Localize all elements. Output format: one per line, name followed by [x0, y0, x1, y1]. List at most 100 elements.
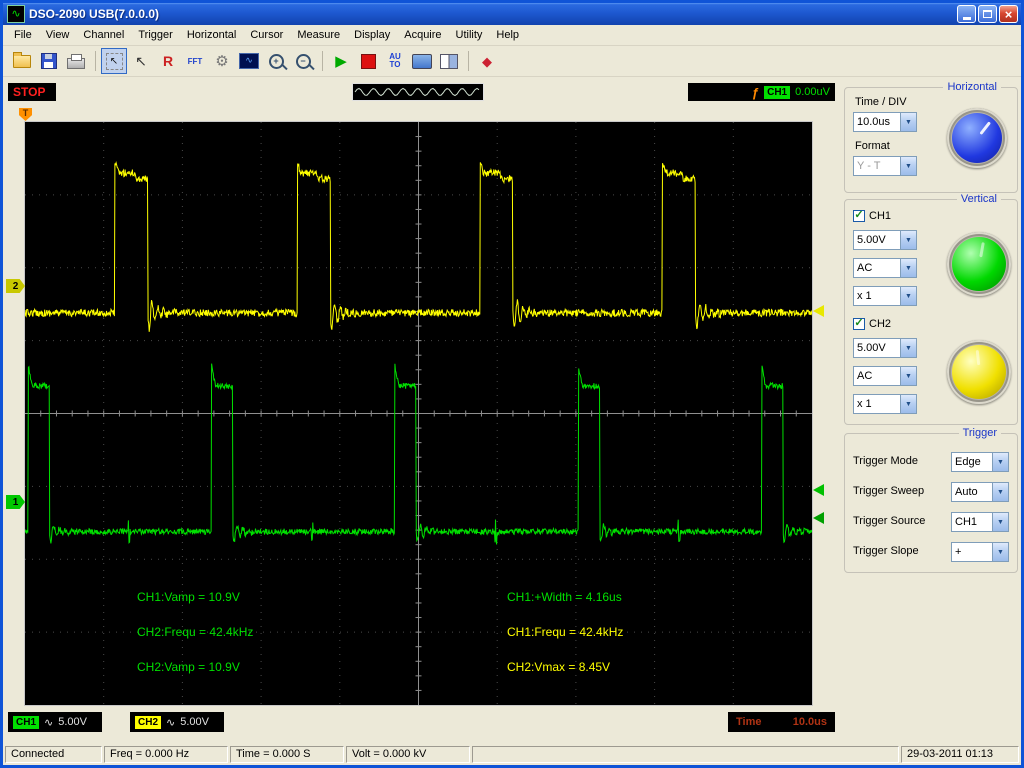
trigger-source-select[interactable]: CH1 ▼: [951, 512, 1009, 532]
toolbar-separator: [468, 51, 469, 71]
menu-acquire[interactable]: Acquire: [397, 27, 448, 43]
ch2-volts-select[interactable]: 5.00V ▼: [853, 338, 917, 358]
waveform-preview[interactable]: [352, 83, 484, 101]
ch1-enable: ✓ CH1: [853, 208, 892, 222]
window-title: DSO-2090 USB(7.0.0.0): [29, 7, 160, 21]
trigger-slope-label: Trigger Slope: [853, 545, 919, 557]
maximize-icon: [983, 10, 992, 18]
split-view-button[interactable]: [436, 48, 462, 74]
pointer-button[interactable]: ↖: [128, 48, 154, 74]
chevron-down-icon[interactable]: ▼: [992, 513, 1008, 531]
ch1-coupling-select[interactable]: AC ▼: [853, 258, 917, 278]
zoom-in-icon: +: [268, 53, 284, 69]
ch2-volts-per-div: 5.00V: [180, 716, 209, 728]
ch2-zero-marker[interactable]: 2: [6, 279, 25, 293]
menu-measure[interactable]: Measure: [290, 27, 347, 43]
cursor-box-icon: ↖: [105, 52, 123, 70]
minimize-icon: [962, 16, 971, 20]
menu-horizontal[interactable]: Horizontal: [180, 27, 244, 43]
ch2-coupling-select[interactable]: AC ▼: [853, 366, 917, 386]
trigger-sweep-select[interactable]: Auto ▼: [951, 482, 1009, 502]
ch1-volts-select[interactable]: 5.00V ▼: [853, 230, 917, 250]
ch2-position-knob[interactable]: [947, 340, 1011, 404]
trigger-readout: ƒ CH1 0.00uV: [688, 83, 835, 101]
menu-view[interactable]: View: [39, 27, 77, 43]
ch1-knob-cap: [952, 237, 1006, 291]
trigger-position-marker[interactable]: T: [19, 108, 32, 121]
display-mode-button[interactable]: [409, 48, 435, 74]
scope-plot-svg: [24, 122, 813, 705]
fft-button[interactable]: FFT: [182, 48, 208, 74]
chevron-down-icon[interactable]: ▼: [900, 287, 916, 305]
format-label: Format: [855, 140, 890, 152]
menu-channel[interactable]: Channel: [76, 27, 131, 43]
print-button[interactable]: [63, 48, 89, 74]
horizontal-knob[interactable]: [947, 108, 1007, 168]
trigger-channel-badge: CH1: [764, 85, 791, 99]
ch2-readout: CH2 ∿ 5.00V: [130, 712, 224, 732]
ch1-probe-select[interactable]: x 1 ▼: [853, 286, 917, 306]
ch2-checkbox[interactable]: ✓: [853, 317, 865, 330]
open-folder-icon: [13, 51, 31, 68]
menu-trigger[interactable]: Trigger: [131, 27, 179, 43]
trigger-slope-select[interactable]: + ▼: [951, 542, 1009, 562]
chevron-down-icon[interactable]: ▼: [900, 231, 916, 249]
menu-utility[interactable]: Utility: [449, 27, 490, 43]
chevron-down-icon[interactable]: ▼: [900, 367, 916, 385]
chevron-down-icon[interactable]: ▼: [900, 259, 916, 277]
measurement-ch2-freq: CH2:Frequ = 42.4kHz: [137, 625, 254, 639]
ch1-zero-marker[interactable]: 1: [6, 495, 25, 509]
menu-display[interactable]: Display: [347, 27, 397, 43]
menu-cursor[interactable]: Cursor: [243, 27, 290, 43]
trigger-level-arrow[interactable]: [813, 484, 824, 496]
preview-svg: [354, 87, 480, 97]
time-div-select[interactable]: 10.0us ▼: [853, 112, 917, 132]
start-button[interactable]: ▶: [328, 48, 354, 74]
chevron-down-icon[interactable]: ▼: [900, 113, 916, 131]
horizontal-knob-cap: [952, 113, 1002, 163]
gear-icon: ⚙: [215, 52, 229, 70]
scope-display: CH1:Vamp = 10.9V CH2:Frequ = 42.4kHz CH2…: [24, 121, 813, 706]
screen-icon: [412, 53, 432, 69]
time-status: Time = 0.000 S: [230, 746, 344, 763]
timebase-label: Time: [736, 716, 762, 728]
zoom-out-button[interactable]: −: [290, 48, 316, 74]
status-filler: [472, 746, 899, 763]
menu-help[interactable]: Help: [489, 27, 526, 43]
vertical-group-title: Vertical: [956, 193, 1001, 205]
ch2-probe-select[interactable]: x 1 ▼: [853, 394, 917, 414]
zoom-in-button[interactable]: +: [263, 48, 289, 74]
maximize-button[interactable]: [978, 5, 997, 23]
cursor-select-button[interactable]: ↖: [101, 48, 127, 74]
waveform-view-button[interactable]: ∿: [236, 48, 262, 74]
zoom-out-icon: −: [295, 53, 311, 69]
stop-button[interactable]: [355, 48, 381, 74]
title-bar[interactable]: ∿ DSO-2090 USB(7.0.0.0) ×: [3, 3, 1021, 25]
trigger-mode-select[interactable]: Edge ▼: [951, 452, 1009, 472]
chevron-down-icon[interactable]: ▼: [900, 339, 916, 357]
horizontal-group-title: Horizontal: [943, 81, 1001, 93]
pointer-icon: ↖: [135, 52, 147, 69]
settings-button[interactable]: ⚙: [209, 48, 235, 74]
chevron-down-icon[interactable]: ▼: [992, 543, 1008, 561]
status-bar: Connected Freq = 0.000 Hz Time = 0.000 S…: [3, 745, 1021, 765]
chevron-down-icon[interactable]: ▼: [900, 395, 916, 413]
ch1-level-arrow[interactable]: [813, 512, 824, 524]
ch2-level-arrow[interactable]: [813, 305, 824, 317]
color-button[interactable]: ◆: [474, 48, 500, 74]
run-state-indicator: STOP: [8, 83, 56, 101]
chevron-down-icon[interactable]: ▼: [992, 483, 1008, 501]
menu-file[interactable]: File: [7, 27, 39, 43]
minimize-button[interactable]: [957, 5, 976, 23]
close-button[interactable]: ×: [999, 5, 1018, 23]
save-button[interactable]: [36, 48, 62, 74]
ch1-position-knob[interactable]: [947, 232, 1011, 296]
autoset-button[interactable]: AU TO: [382, 48, 408, 74]
chevron-down-icon[interactable]: ▼: [992, 453, 1008, 471]
measurement-ch1-width: CH1:+Width = 4.16us: [507, 590, 622, 604]
format-select: Y - T ▼: [853, 156, 917, 176]
ch1-checkbox[interactable]: ✓: [853, 209, 865, 222]
refresh-button[interactable]: R: [155, 48, 181, 74]
open-button[interactable]: [9, 48, 35, 74]
ch1-readout: CH1 ∿ 5.00V: [8, 712, 102, 732]
